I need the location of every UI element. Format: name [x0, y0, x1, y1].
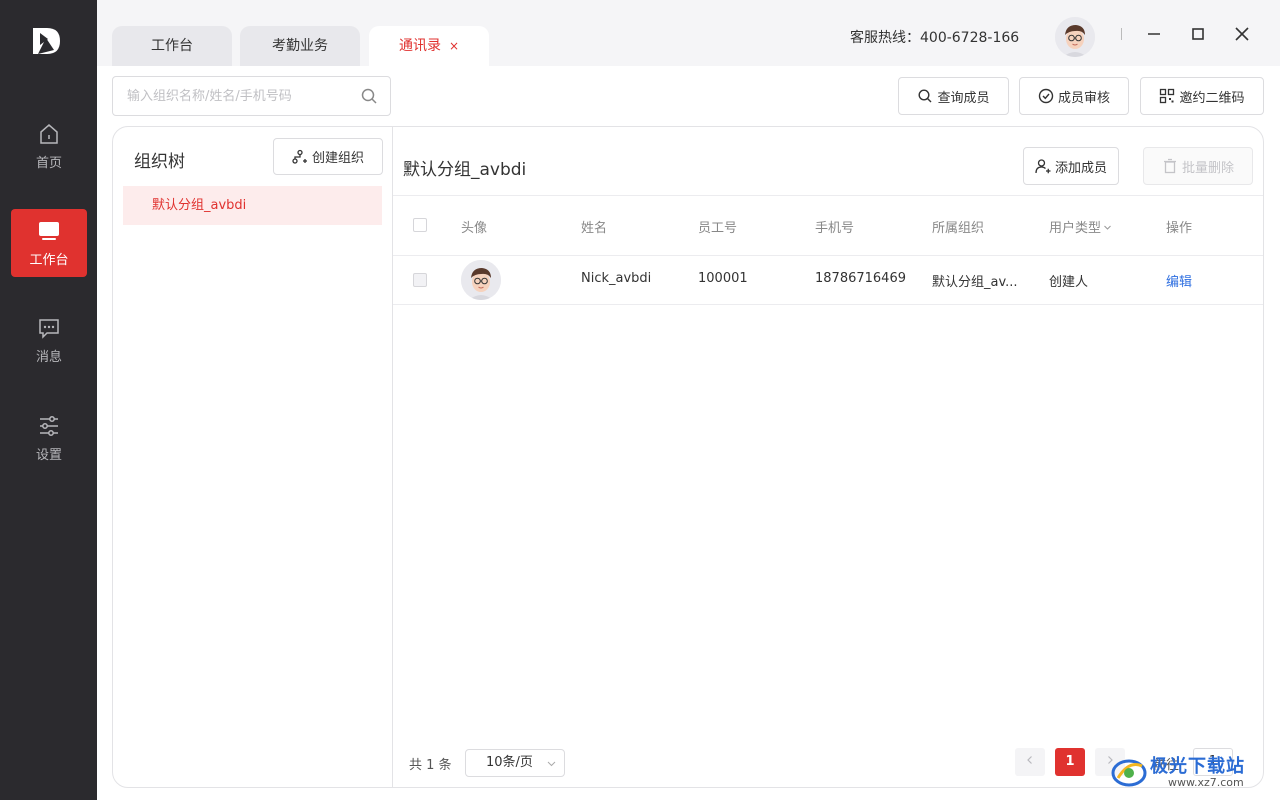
page-size-value: 10条/页 — [486, 755, 533, 770]
prev-page-button[interactable] — [1015, 748, 1045, 776]
tab-label: 考勤业务 — [272, 38, 328, 54]
chevron-down-icon — [547, 761, 556, 767]
watermark: 极光下载站 www.xz7.com — [1110, 750, 1270, 794]
app-logo — [33, 28, 60, 54]
watermark-url: www.xz7.com — [1168, 776, 1244, 789]
member-phone: 18786716469 — [815, 271, 906, 286]
column-header: 手机号 — [815, 221, 855, 236]
member-list-panel: 默认分组_avbdi 添加成员 批量删除 头像 姓名 员工号 手机号 所属组织 … — [393, 127, 1263, 787]
divider — [393, 304, 1263, 305]
column-header: 姓名 — [581, 221, 608, 236]
minimize-icon[interactable] — [1142, 22, 1166, 46]
group-title: 默认分组_avbdi — [403, 160, 527, 180]
contacts-panel: 组织树 创建组织 默认分组_avbdi 默认分组_avbdi 添加成员 批量删除… — [112, 126, 1264, 788]
close-icon[interactable] — [1230, 22, 1254, 46]
invite-qrcode-button[interactable]: 邀约二维码 — [1140, 77, 1264, 115]
edit-member-link[interactable]: 编辑 — [1166, 271, 1192, 290]
column-header: 所属组织 — [932, 221, 985, 236]
user-type-column-header[interactable]: 用户类型 — [1049, 217, 1112, 236]
check-circle-icon — [1038, 88, 1054, 104]
batch-delete-button[interactable]: 批量删除 — [1143, 147, 1253, 185]
column-header: 头像 — [461, 221, 488, 236]
main-content: 查询成员 成员审核 邀约二维码 组织树 — [97, 66, 1280, 800]
sidebar-item-settings[interactable]: 设置 — [11, 404, 87, 472]
service-hotline: 客服热线：400-6728-166 — [850, 30, 1020, 46]
button-label: 成员审核 — [1057, 90, 1110, 106]
member-name: Nick_avbdi — [581, 271, 652, 286]
chevron-down-icon — [1104, 225, 1111, 230]
button-label: 邀约二维码 — [1179, 90, 1245, 106]
tab-attendance[interactable]: 考勤业务 — [240, 26, 360, 66]
button-label: 创建组织 — [311, 151, 364, 166]
watermark-text: 极光下载站 — [1150, 756, 1245, 777]
row-checkbox[interactable] — [413, 273, 427, 287]
divider — [393, 195, 1263, 196]
home-icon — [40, 124, 58, 144]
total-count: 共 1 条 — [409, 758, 452, 773]
top-bar: 工作台 考勤业务 通讯录 × 客服热线：400-6728-166 — [97, 0, 1280, 66]
member-org: 默认分组_av... — [932, 275, 1018, 290]
page-size-select[interactable]: 10条/页 — [465, 749, 565, 777]
sidebar-item-workbench[interactable]: 工作台 — [11, 209, 87, 277]
sidebar-item-label: 设置 — [35, 448, 62, 463]
user-avatar[interactable] — [1055, 17, 1095, 57]
search-box — [112, 76, 391, 116]
tab-workbench[interactable]: 工作台 — [112, 26, 232, 66]
chevron-left-icon — [1027, 756, 1032, 764]
monitor-icon — [39, 222, 59, 240]
divider — [1121, 28, 1122, 40]
query-members-button[interactable]: 查询成员 — [898, 77, 1009, 115]
column-header: 员工号 — [698, 221, 738, 236]
sidebar-item-label: 首页 — [35, 156, 62, 171]
member-review-button[interactable]: 成员审核 — [1019, 77, 1129, 115]
sidebar: 首页 工作台 消息 设置 — [0, 0, 97, 800]
add-user-icon — [1035, 159, 1051, 174]
qrcode-icon — [1160, 88, 1175, 104]
tab-close-icon[interactable]: × — [449, 39, 459, 53]
member-user-type: 创建人 — [1049, 275, 1089, 290]
page-number-button[interactable]: 1 — [1055, 748, 1085, 776]
member-employee-id: 100001 — [698, 271, 748, 286]
tab-contacts[interactable]: 通讯录 × — [369, 26, 489, 66]
trash-icon — [1163, 158, 1176, 174]
watermark-logo-icon — [1111, 759, 1147, 787]
divider — [393, 255, 1263, 256]
search-icon — [918, 89, 932, 103]
sidebar-item-label: 消息 — [35, 350, 62, 365]
button-label: 查询成员 — [937, 90, 990, 106]
avatar-face-icon — [461, 260, 501, 300]
org-tree-panel: 组织树 创建组织 默认分组_avbdi — [113, 127, 393, 787]
button-label: 批量删除 — [1181, 160, 1234, 176]
maximize-icon[interactable] — [1186, 22, 1210, 46]
search-input[interactable] — [127, 77, 357, 115]
settings-sliders-icon — [40, 416, 58, 436]
select-all-checkbox[interactable] — [413, 218, 427, 232]
column-header-label: 用户类型 — [1049, 221, 1102, 236]
org-structure-icon — [292, 149, 307, 164]
button-label: 添加成员 — [1054, 160, 1107, 176]
add-member-button[interactable]: 添加成员 — [1023, 147, 1119, 185]
avatar-face-icon — [1055, 17, 1095, 57]
sidebar-item-messages[interactable]: 消息 — [11, 306, 87, 374]
avatar — [461, 260, 501, 300]
tab-label: 工作台 — [151, 38, 193, 54]
message-icon — [39, 319, 59, 339]
org-tree-node[interactable]: 默认分组_avbdi — [123, 186, 382, 225]
org-tree-title: 组织树 — [134, 152, 185, 172]
create-org-button[interactable]: 创建组织 — [273, 138, 383, 175]
sidebar-item-home[interactable]: 首页 — [11, 112, 87, 180]
tab-label: 通讯录 — [398, 38, 441, 54]
sidebar-item-label: 工作台 — [29, 253, 69, 268]
search-icon[interactable] — [360, 87, 378, 105]
column-header: 操作 — [1166, 221, 1193, 236]
